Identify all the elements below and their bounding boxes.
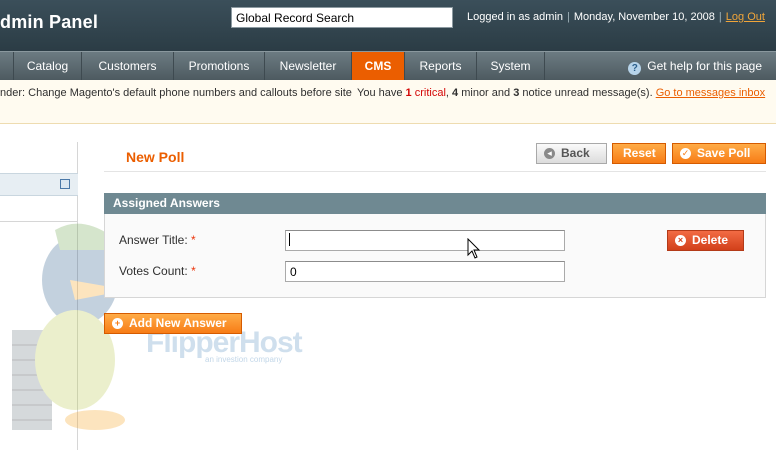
text-caret bbox=[289, 233, 290, 246]
notice-you-have: You have bbox=[357, 87, 403, 99]
delete-x-icon: × bbox=[675, 235, 686, 246]
critical-count: 1 bbox=[405, 87, 412, 99]
logout-link[interactable]: Log Out bbox=[726, 11, 765, 23]
delete-label: Delete bbox=[692, 233, 729, 247]
logged-in-text: Logged in as admin bbox=[467, 11, 564, 23]
nav-item-newsletter[interactable]: Newsletter bbox=[265, 52, 352, 80]
mouse-pointer-icon bbox=[467, 238, 481, 259]
nav-item-promotions[interactable]: Promotions bbox=[174, 52, 265, 80]
title-divider bbox=[104, 171, 766, 172]
sidebar-tab[interactable] bbox=[0, 173, 78, 196]
minor-count: 4 bbox=[452, 87, 459, 99]
checkmark-icon: ✓ bbox=[680, 148, 691, 159]
assigned-answers-header: Assigned Answers bbox=[104, 193, 766, 214]
save-poll-label: Save Poll bbox=[697, 146, 751, 160]
user-meta: Logged in as admin | Monday, November 10, … bbox=[467, 11, 765, 23]
votes-count-label: Votes Count: * bbox=[119, 264, 196, 278]
nav-item-customers[interactable]: Customers bbox=[82, 52, 174, 80]
save-poll-button[interactable]: ✓ Save Poll bbox=[672, 143, 766, 164]
critical-label: critical bbox=[414, 87, 446, 99]
add-new-answer-label: Add New Answer bbox=[129, 316, 227, 330]
back-button[interactable]: ◂ Back bbox=[536, 143, 607, 164]
required-marker: * bbox=[191, 233, 196, 247]
page-title: New Poll bbox=[126, 149, 185, 165]
minor-label: minor and bbox=[461, 87, 511, 99]
global-search-input[interactable] bbox=[231, 7, 453, 28]
answer-title-label-text: Answer Title: bbox=[119, 233, 188, 247]
nav-edge bbox=[0, 52, 14, 80]
nav-item-reports[interactable]: Reports bbox=[405, 52, 477, 80]
app-title: dmin Panel bbox=[0, 12, 99, 32]
help-icon: ? bbox=[628, 62, 642, 75]
help-label: Get help for this page bbox=[647, 59, 762, 73]
save-icon bbox=[60, 179, 70, 189]
reset-button[interactable]: Reset bbox=[612, 143, 666, 164]
date-text: Monday, November 10, 2008 bbox=[573, 11, 715, 23]
help-link[interactable]: ? Get help for this page bbox=[628, 52, 762, 80]
system-notice-bar: nder: Change Magento's default phone num… bbox=[0, 80, 776, 124]
back-arrow-icon: ◂ bbox=[544, 148, 555, 159]
notice-label: notice unread message(s). bbox=[522, 87, 653, 99]
add-new-answer-button[interactable]: + Add New Answer bbox=[104, 313, 242, 334]
messages-inbox-link[interactable]: Go to messages inbox bbox=[656, 87, 765, 99]
plus-icon: + bbox=[112, 318, 123, 329]
reset-label: Reset bbox=[623, 146, 656, 160]
votes-count-input[interactable] bbox=[285, 261, 565, 282]
votes-count-label-text: Votes Count: bbox=[119, 264, 188, 278]
watermark-tagline: an investion company bbox=[205, 355, 283, 364]
nav-item-catalog[interactable]: Catalog bbox=[14, 52, 82, 80]
notice-messages: You have 1 critical, 4 minor and 3 notic… bbox=[357, 87, 766, 99]
admin-header: dmin Panel Logged in as admin|Monday, No… bbox=[0, 0, 776, 51]
back-label: Back bbox=[561, 146, 590, 160]
answer-title-input[interactable] bbox=[285, 230, 565, 251]
nav-item-cms[interactable]: CMS bbox=[352, 52, 405, 80]
notice-reminder: nder: Change Magento's default phone num… bbox=[0, 87, 352, 99]
answer-title-label: Answer Title: * bbox=[119, 233, 196, 247]
required-marker: * bbox=[191, 264, 196, 278]
assigned-answers-fieldset bbox=[104, 214, 766, 298]
nav-item-system[interactable]: System bbox=[477, 52, 545, 80]
delete-answer-button[interactable]: × Delete bbox=[667, 230, 744, 251]
notice-count: 3 bbox=[513, 87, 520, 99]
main-nav: Catalog Customers Promotions Newsletter … bbox=[0, 51, 776, 80]
